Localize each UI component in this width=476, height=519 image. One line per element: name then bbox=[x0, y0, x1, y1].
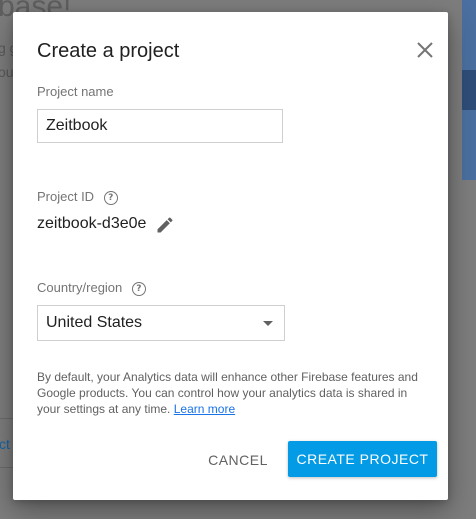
help-icon[interactable]: ? bbox=[131, 281, 146, 296]
analytics-disclaimer: By default, your Analytics data will enh… bbox=[37, 369, 427, 417]
background-text-line: ou bbox=[0, 64, 14, 80]
background-illustration-detail bbox=[462, 70, 476, 110]
dropdown-arrow-icon bbox=[263, 321, 273, 326]
dialog-title: Create a project bbox=[37, 40, 180, 62]
project-name-label: Project name bbox=[37, 84, 114, 99]
country-label-row: Country/region ? bbox=[37, 280, 146, 296]
help-icon[interactable]: ? bbox=[103, 190, 118, 205]
pencil-icon[interactable] bbox=[155, 215, 175, 235]
cancel-button[interactable]: CANCEL bbox=[199, 442, 277, 478]
country-label: Country/region bbox=[37, 280, 123, 295]
country-select[interactable]: United States bbox=[37, 305, 285, 341]
close-icon[interactable] bbox=[413, 38, 437, 62]
project-id-label: Project ID bbox=[37, 189, 95, 204]
background-button-label: ct bbox=[0, 436, 10, 452]
country-selected-value: United States bbox=[46, 314, 143, 331]
project-id-value: zeitbook-d3e0e bbox=[37, 215, 147, 232]
project-id-label-row: Project ID ? bbox=[37, 189, 118, 205]
learn-more-link[interactable]: Learn more bbox=[174, 402, 235, 416]
project-name-input[interactable] bbox=[37, 109, 283, 143]
create-project-button[interactable]: CREATE PROJECT bbox=[288, 441, 437, 477]
create-project-dialog: Create a project Project name Project ID… bbox=[13, 12, 448, 500]
